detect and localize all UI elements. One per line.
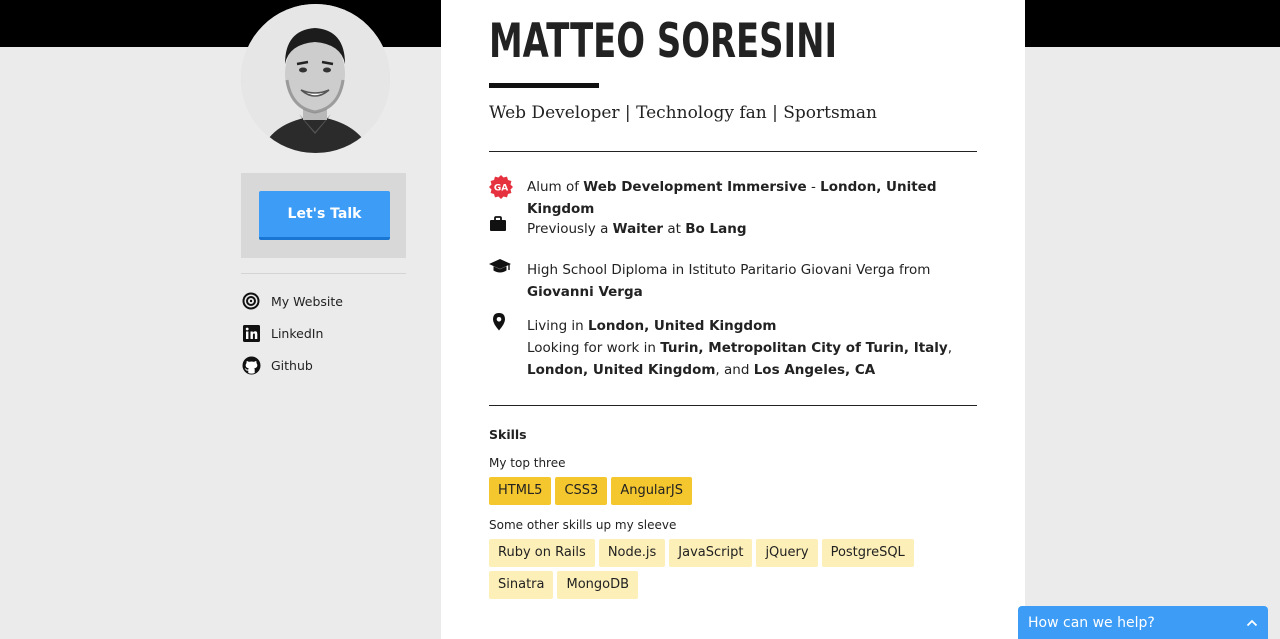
- map-pin-icon: [489, 313, 527, 381]
- looking-location-2: London, United Kingdom: [527, 362, 716, 378]
- looking-location-3: Los Angeles, CA: [753, 362, 876, 378]
- link-github[interactable]: Github: [241, 349, 406, 381]
- website-target-icon: [241, 291, 261, 311]
- other-skills-list: Ruby on Rails Node.js JavaScript jQuery …: [489, 539, 977, 603]
- education-text: High School Diploma in Istituto Paritari…: [527, 262, 931, 278]
- chevron-up-icon: [1246, 615, 1258, 631]
- fact-location: Living in London, United Kingdom Looking…: [489, 313, 977, 381]
- name-underline: [489, 83, 599, 88]
- link-label: My Website: [271, 293, 343, 309]
- skill-tag-other: PostgreSQL: [821, 539, 914, 567]
- alum-program: Web Development Immersive: [583, 179, 807, 195]
- looking-location-1: Turin, Metropolitan City of Turin, Italy: [660, 340, 948, 356]
- help-widget[interactable]: How can we help?: [1018, 606, 1268, 639]
- profile-tagline: Web Developer | Technology fan | Sportsm…: [489, 103, 877, 123]
- profile-links: My Website LinkedIn Github: [241, 285, 406, 381]
- top-skills-label: My top three: [489, 456, 566, 470]
- skill-tag-other: jQuery: [756, 539, 818, 567]
- job-role: Waiter: [612, 221, 664, 237]
- fact-alum: GA Alum of Web Development Immersive - L…: [489, 175, 977, 220]
- skill-tag-top: CSS3: [555, 477, 608, 505]
- skill-tag-other: Node.js: [598, 539, 666, 567]
- skill-tag-top: HTML5: [489, 477, 552, 505]
- avatar: [241, 4, 390, 153]
- svg-text:GA: GA: [494, 184, 508, 194]
- alum-prefix: Alum of: [527, 179, 584, 195]
- skill-tag-other: Ruby on Rails: [489, 539, 595, 567]
- fact-job: Previously a Waiter at Bo Lang: [489, 216, 977, 240]
- living-prefix: Living in: [527, 318, 589, 334]
- link-label: LinkedIn: [271, 325, 324, 341]
- fact-education: High School Diploma in Istituto Paritari…: [489, 259, 977, 303]
- profile-card: MATTEO SORESINI Web Developer | Technolo…: [441, 0, 1025, 639]
- looking-and: , and: [715, 362, 754, 378]
- job-company: Bo Lang: [685, 221, 747, 237]
- divider: [489, 151, 977, 152]
- link-my-website[interactable]: My Website: [241, 285, 406, 317]
- link-label: Github: [271, 357, 313, 373]
- education-school: Giovanni Verga: [527, 284, 643, 300]
- github-icon: [241, 355, 261, 375]
- skill-tag-other: JavaScript: [669, 539, 753, 567]
- looking-prefix: Looking for work in: [527, 340, 661, 356]
- living-location: London, United Kingdom: [588, 318, 777, 334]
- skill-tag-other: Sinatra: [489, 571, 554, 599]
- top-skills-list: HTML5 CSS3 AngularJS: [489, 477, 977, 509]
- alum-sep: -: [806, 179, 821, 195]
- skill-tag-other: MongoDB: [557, 571, 639, 599]
- job-at: at: [663, 221, 686, 237]
- skills-title: Skills: [489, 427, 527, 442]
- cta-panel: Let's Talk: [241, 173, 406, 258]
- briefcase-icon: [489, 216, 527, 240]
- lets-talk-button[interactable]: Let's Talk: [259, 191, 390, 240]
- other-skills-label: Some other skills up my sleeve: [489, 518, 677, 532]
- linkedin-icon: [241, 323, 261, 343]
- ga-badge-icon: GA: [489, 175, 527, 220]
- looking-comma: ,: [947, 340, 953, 356]
- divider: [489, 405, 977, 406]
- link-linkedin[interactable]: LinkedIn: [241, 317, 406, 349]
- skill-tag-top: AngularJS: [611, 477, 692, 505]
- graduation-cap-icon: [489, 259, 527, 303]
- sidebar-divider: [241, 273, 406, 274]
- job-prefix: Previously a: [527, 221, 613, 237]
- help-widget-label: How can we help?: [1028, 614, 1155, 631]
- profile-name: MATTEO SORESINI: [489, 14, 838, 69]
